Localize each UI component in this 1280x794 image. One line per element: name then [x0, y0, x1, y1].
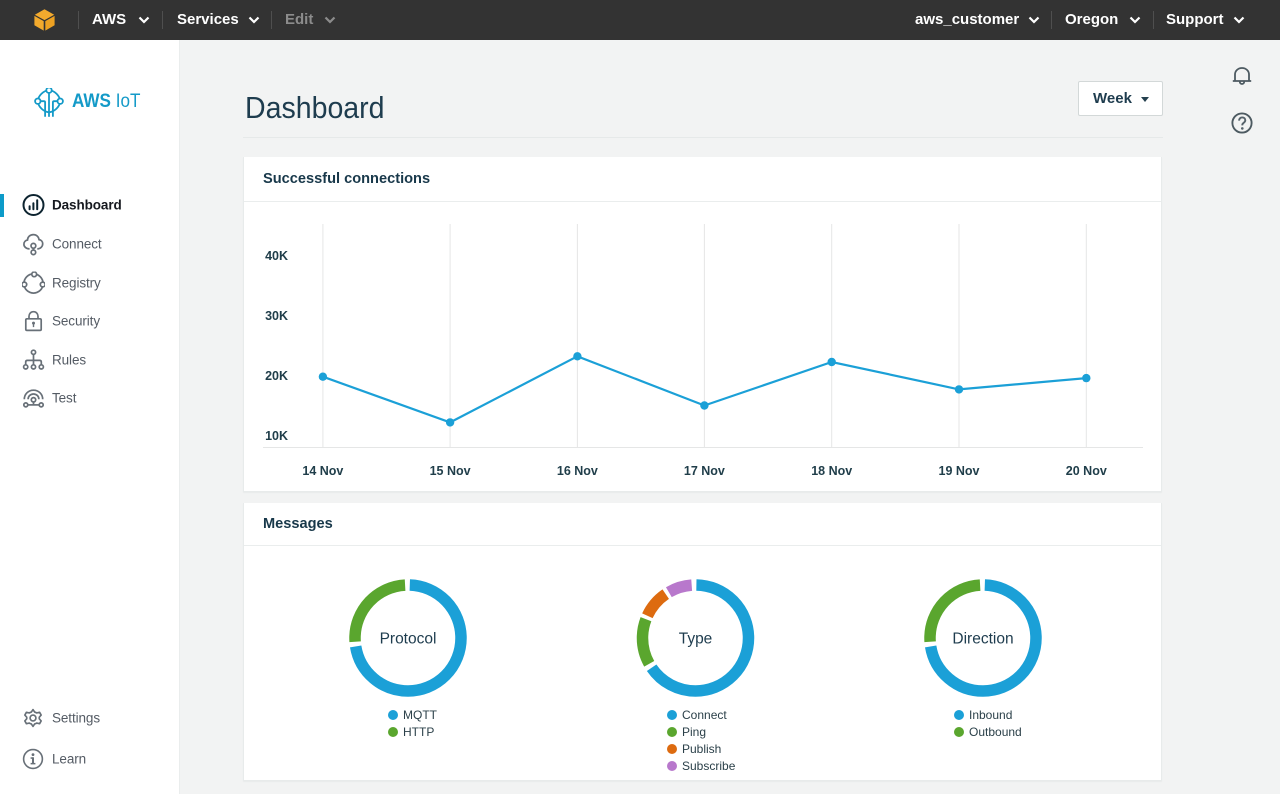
svg-text:14 Nov: 14 Nov — [302, 464, 343, 478]
svg-text:15 Nov: 15 Nov — [430, 464, 471, 478]
svg-text:20K: 20K — [265, 369, 288, 383]
svg-text:Protocol: Protocol — [380, 631, 437, 648]
svg-text:10K: 10K — [265, 429, 288, 443]
svg-text:18 Nov: 18 Nov — [811, 464, 852, 478]
svg-text:Type: Type — [679, 631, 713, 648]
svg-text:16 Nov: 16 Nov — [557, 464, 598, 478]
svg-text:17 Nov: 17 Nov — [684, 464, 725, 478]
svg-text:30K: 30K — [265, 309, 288, 323]
svg-text:20 Nov: 20 Nov — [1066, 464, 1107, 478]
svg-text:19 Nov: 19 Nov — [939, 464, 980, 478]
svg-text:40K: 40K — [265, 249, 288, 263]
svg-text:Direction: Direction — [952, 631, 1013, 648]
